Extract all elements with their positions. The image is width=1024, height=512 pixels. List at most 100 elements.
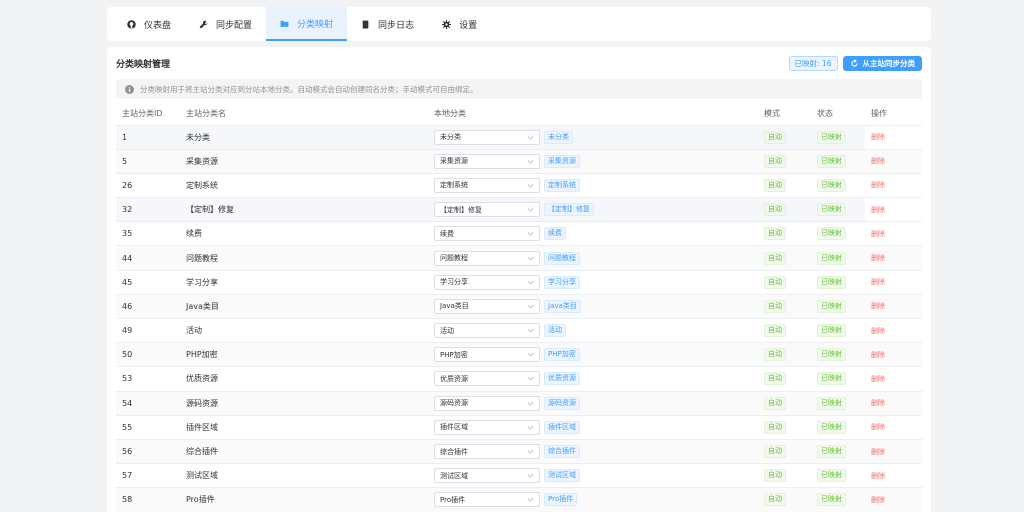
table-row: 32 【定制】修复 【定制】修复 【定制】修复 自动 已映射 删除 (116, 197, 922, 223)
local-category-select[interactable]: Java类目 (434, 298, 540, 314)
status-badge: 已映射 (817, 493, 846, 507)
col-header-main-id: 主站分类ID (116, 103, 180, 126)
main-name-cell: 学习分享 (180, 270, 428, 295)
status-cell: 已映射 (811, 391, 865, 416)
local-category-cell: 学习分享 学习分享 (428, 270, 758, 295)
sync-from-main-button[interactable]: 从主站同步分类 (842, 55, 922, 71)
local-category-tag: 综合插件 (544, 445, 580, 459)
mode-tag: 自动 (764, 493, 786, 507)
main-id-cell: 44 (116, 245, 180, 271)
local-category-select[interactable]: 活动 (434, 323, 540, 339)
delete-button[interactable]: 删除 (871, 157, 885, 165)
select-value: Pro插件 (440, 495, 466, 504)
local-category-select[interactable]: 续费 (434, 226, 540, 242)
local-category-select[interactable]: 综合插件 (434, 444, 540, 460)
delete-button[interactable]: 删除 (871, 181, 885, 189)
chevron-down-icon (527, 425, 534, 430)
status-cell: 已映射 (811, 221, 865, 247)
tab-settings[interactable]: 设置 (428, 7, 491, 41)
local-category-tag: 定制系统 (544, 178, 580, 192)
action-cell: 删除 (865, 125, 922, 150)
mode-cell: 自动 (758, 173, 811, 199)
local-category-select[interactable]: Pro插件 (434, 492, 540, 508)
delete-button[interactable]: 删除 (871, 472, 885, 480)
main-id-cell: 54 (116, 391, 180, 416)
tab-dashboard[interactable]: 仪表盘 (113, 7, 185, 41)
table-row: 1 未分类 未分类 未分类 自动 已映射 删除 (116, 125, 922, 150)
select-value: 活动 (440, 326, 454, 335)
tab-label: 设置 (459, 20, 478, 31)
delete-button[interactable]: 删除 (871, 206, 885, 214)
select-value: 未分类 (440, 133, 461, 142)
local-category-select[interactable]: PHP加密 (434, 347, 540, 363)
local-category-select[interactable]: 插件区域 (434, 419, 540, 435)
status-badge: 已映射 (817, 275, 846, 289)
main-name-cell: 活动 (180, 318, 428, 344)
select-value: 优质资源 (440, 374, 468, 383)
action-cell: 删除 (865, 149, 922, 174)
delete-button[interactable]: 删除 (871, 327, 885, 335)
local-category-cell: 源码资源 源码资源 (428, 391, 758, 416)
status-badge: 已映射 (817, 130, 846, 144)
mode-tag: 自动 (764, 420, 786, 434)
status-cell: 已映射 (811, 487, 865, 512)
local-category-select[interactable]: 学习分享 (434, 274, 540, 290)
local-category-cell: Java类目 Java类目 (428, 294, 758, 320)
local-category-select[interactable]: 优质资源 (434, 371, 540, 387)
refresh-icon (850, 58, 859, 68)
local-category-tag: 【定制】修复 (544, 203, 594, 217)
local-category-select[interactable]: 未分类 (434, 129, 540, 145)
status-cell: 已映射 (811, 415, 865, 440)
mode-tag: 自动 (764, 348, 786, 362)
delete-button[interactable]: 删除 (871, 278, 885, 286)
delete-button[interactable]: 删除 (871, 399, 885, 407)
local-category-cell: 采集资源 采集资源 (428, 149, 758, 174)
delete-button[interactable]: 删除 (871, 496, 885, 504)
tab-label: 仪表盘 (144, 20, 172, 31)
mode-tag: 自动 (764, 203, 786, 217)
select-value: 学习分享 (440, 278, 468, 287)
action-cell: 删除 (865, 366, 922, 392)
col-header-action: 操作 (865, 103, 922, 126)
action-cell: 删除 (865, 342, 922, 368)
chevron-down-icon (527, 304, 534, 309)
local-category-select[interactable]: 采集资源 (434, 153, 540, 169)
chevron-down-icon (527, 376, 534, 382)
chevron-down-icon (527, 497, 534, 502)
delete-button[interactable]: 删除 (871, 302, 885, 310)
mode-tag: 自动 (764, 178, 786, 192)
local-category-select[interactable]: 测试区域 (434, 468, 540, 484)
local-category-select[interactable]: 定制系统 (434, 177, 540, 193)
delete-button[interactable]: 删除 (871, 375, 885, 383)
mode-cell: 自动 (758, 221, 811, 247)
mode-tag: 自动 (764, 154, 786, 168)
mode-cell: 自动 (758, 270, 811, 295)
status-cell: 已映射 (811, 366, 865, 392)
delete-button[interactable]: 删除 (871, 351, 885, 359)
delete-button[interactable]: 删除 (871, 423, 885, 431)
tab-sync-log[interactable]: 同步日志 (347, 7, 428, 41)
main-id-cell: 56 (116, 439, 180, 465)
table-row: 35 续费 续费 续费 自动 已映射 删除 (116, 221, 922, 247)
status-cell: 已映射 (811, 197, 865, 223)
local-category-tag: Java类目 (544, 299, 581, 313)
delete-button[interactable]: 删除 (871, 448, 885, 456)
delete-button[interactable]: 删除 (871, 133, 885, 141)
tab-category-mapping[interactable]: 分类映射 (266, 7, 348, 41)
status-cell: 已映射 (811, 245, 865, 271)
local-category-select[interactable]: 源码资源 (434, 395, 540, 411)
local-category-select[interactable]: 【定制】修复 (434, 202, 540, 218)
chevron-down-icon (527, 183, 534, 188)
local-category-tag: 源码资源 (544, 396, 580, 410)
select-value: 定制系统 (440, 181, 468, 190)
delete-button[interactable]: 删除 (871, 230, 885, 238)
chevron-down-icon (527, 159, 534, 164)
delete-button[interactable]: 删除 (871, 254, 885, 262)
chevron-down-icon (527, 231, 534, 236)
main-id-cell: 5 (116, 149, 180, 174)
local-category-select[interactable]: 问题教程 (434, 250, 540, 266)
mode-cell: 自动 (758, 318, 811, 344)
local-category-cell: 综合插件 综合插件 (428, 439, 758, 465)
tab-sync-config[interactable]: 同步配置 (185, 7, 266, 41)
action-cell: 删除 (865, 415, 922, 440)
